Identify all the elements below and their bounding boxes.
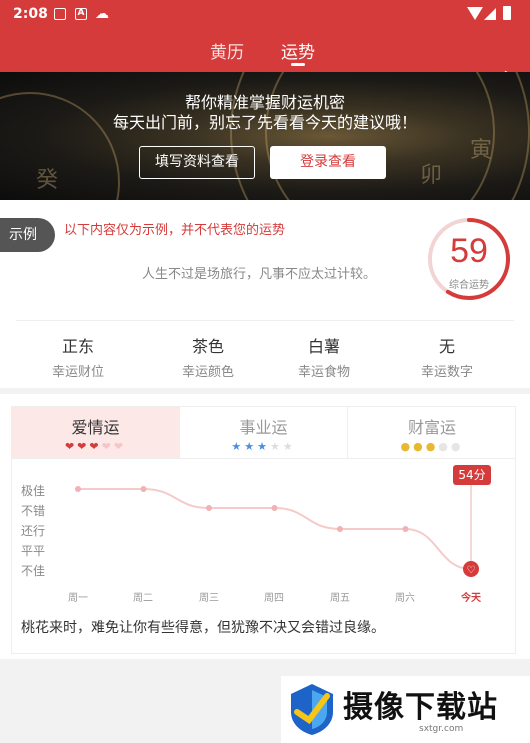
app-notification-icon: A	[75, 8, 87, 20]
fortune-detail-card: 爱情运 ❤❤❤❤❤ 事业运 ★★★★★ 财富运 ●●●●● 极佳 不错 还行 平…	[0, 394, 530, 659]
image-notification-icon	[54, 8, 66, 20]
star-icon: ★	[282, 440, 296, 453]
trend-point	[337, 526, 343, 532]
lucky-color: 茶色 幸运颜色	[148, 333, 268, 380]
x-axis-label: 周五	[330, 593, 350, 604]
tab-career-fortune[interactable]: 事业运 ★★★★★	[180, 407, 348, 459]
login-button[interactable]: 登录查看	[270, 146, 386, 179]
x-axis-label: 周四	[264, 593, 284, 604]
coin-icon: ●	[400, 440, 414, 453]
signal-icon	[484, 8, 496, 20]
coin-icon: ●	[425, 440, 439, 453]
tab-label: 爱情运	[71, 418, 120, 437]
tab-wealth-fortune[interactable]: 财富运 ●●●●●	[348, 407, 516, 459]
tab-label: 财富运	[407, 418, 456, 437]
heart-icon: ❤	[64, 440, 78, 453]
fortune-tabs: 爱情运 ❤❤❤❤❤ 事业运 ★★★★★ 财富运 ●●●●●	[11, 406, 516, 459]
heart-icon: ❤	[77, 440, 90, 453]
status-bar: 2:08 A ☁	[0, 0, 530, 30]
divider	[16, 320, 514, 321]
trend-line	[78, 488, 472, 570]
daily-quote: 人生不过是场旅行，凡事不应太过计较。	[142, 267, 377, 282]
banner-decoration: 卯	[420, 163, 443, 188]
trend-point	[206, 505, 212, 511]
x-axis-label-today: 今天	[461, 593, 481, 604]
x-axis-label: 周一	[68, 593, 88, 604]
site-name: 摄像下载站	[343, 690, 498, 725]
star-icon: ★	[257, 440, 270, 453]
lucky-value: 正东	[61, 337, 94, 356]
trend-point	[140, 486, 147, 492]
banner-decoration: 癸	[36, 168, 59, 193]
promo-banner: 卯 寅 癸 帮你精准掌握财运机密 每天出门前，别忘了先看看今天的建议哦！ 填写资…	[0, 72, 530, 200]
star-icon: ★	[244, 440, 258, 453]
trend-point	[402, 526, 409, 532]
x-axis-label: 周二	[133, 593, 153, 604]
heart-icon: ❤	[113, 440, 127, 453]
lucky-value: 白薯	[307, 337, 340, 356]
star-icon: ★	[269, 440, 283, 453]
banner-subline: 每天出门前，别忘了先看看今天的建议哦！	[112, 113, 417, 132]
x-axis-label: 周六	[395, 593, 415, 604]
tab-fortune[interactable]: 运势	[281, 38, 315, 63]
overall-score: 59	[450, 232, 488, 270]
app-screen: 2:08 A ☁ 黄历 运势 卯 寅 癸 帮你精准掌握财运机密 每天出门前，别忘	[0, 0, 530, 743]
lucky-label: 幸运颜色	[181, 365, 234, 380]
lucky-label: 幸运数字	[420, 365, 473, 380]
trend-point	[271, 505, 278, 511]
heart-icon: ♡	[467, 565, 476, 576]
lucky-food: 白薯 幸运食物	[264, 333, 384, 380]
site-url: sxtgr.com	[419, 724, 464, 734]
lucky-value: 无	[438, 337, 455, 356]
wifi-icon	[467, 7, 483, 20]
tab-label: 事业运	[239, 418, 288, 437]
wealth-rating: ●●●●●	[348, 440, 516, 454]
top-bar: 2:08 A ☁ 黄历 运势	[0, 0, 530, 89]
banner-decoration: 寅	[470, 138, 493, 163]
cloud-icon: ☁	[95, 6, 109, 22]
lucky-label: 幸运财位	[51, 365, 104, 380]
love-rating: ❤❤❤❤❤	[12, 440, 179, 454]
overall-score-gauge: 59 综合运势	[426, 216, 512, 302]
coin-icon: ●	[413, 440, 426, 453]
example-note: 以下内容仅为示例，并不代表您的运势	[64, 223, 286, 238]
coin-icon: ●	[450, 440, 464, 453]
tab-love-fortune[interactable]: 爱情运 ❤❤❤❤❤	[12, 407, 180, 459]
active-tab-indicator	[291, 63, 305, 66]
battery-icon	[503, 6, 511, 20]
today-score-flag: 54分	[453, 465, 491, 485]
star-icon: ★	[231, 440, 245, 453]
x-axis-label: 周三	[199, 593, 219, 604]
trend-point	[75, 486, 81, 492]
tab-almanac[interactable]: 黄历	[210, 38, 244, 63]
fortune-summary: 示例 以下内容仅为示例，并不代表您的运势 人生不过是场旅行，凡事不应太过计较。 …	[0, 200, 530, 388]
fortune-description: 桃花来时，难免让你有些得意，但犹豫不决又会错过良缘。	[21, 620, 385, 636]
site-logo-icon	[291, 684, 333, 735]
nav-tabs: 黄历 运势	[0, 32, 530, 89]
trend-plot: ♡	[75, 485, 479, 577]
heart-icon: ❤	[101, 440, 114, 453]
site-watermark: 摄像下载站 sxtgr.com	[281, 676, 530, 743]
lucky-direction: 正东 幸运财位	[18, 333, 138, 380]
example-tag: 示例	[0, 218, 55, 252]
overall-score-label: 综合运势	[449, 280, 489, 291]
lucky-value: 茶色	[191, 337, 224, 356]
coin-icon: ●	[438, 440, 451, 453]
love-trend-chart: 极佳 不错 还行 平平 不佳 ♡ 周一 周二 周三 周四 周五 周六 今天 54…	[11, 458, 516, 654]
fill-info-button[interactable]: 填写资料查看	[139, 146, 255, 179]
status-time: 2:08	[13, 6, 48, 22]
lucky-label: 幸运食物	[297, 365, 350, 380]
heart-icon: ❤	[89, 440, 102, 453]
career-rating: ★★★★★	[180, 440, 347, 454]
lucky-number: 无 幸运数字	[387, 333, 507, 380]
